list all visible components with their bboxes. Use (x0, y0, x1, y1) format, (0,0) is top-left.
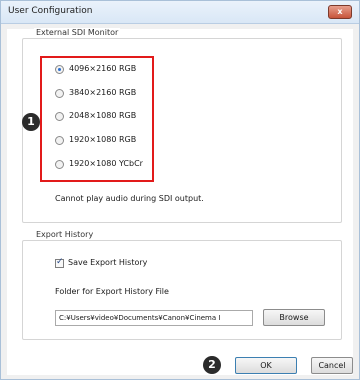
radio-button[interactable] (55, 89, 64, 98)
ok-button[interactable]: OK (235, 357, 297, 374)
export-history-group-label: Export History (34, 230, 96, 239)
close-button[interactable]: x (328, 5, 352, 19)
radio-button[interactable] (55, 112, 64, 121)
radio-option-label: 1920×1080 YCbCr (69, 159, 143, 168)
sdi-audio-note: Cannot play audio during SDI output. (55, 194, 204, 203)
radio-option-label: 2048×1080 RGB (69, 111, 137, 120)
folder-label: Folder for Export History File (55, 287, 169, 296)
close-icon: x (337, 7, 343, 16)
annotation-badge-1: 1 (22, 113, 40, 131)
cancel-button[interactable]: Cancel (311, 357, 353, 374)
save-export-history-label[interactable]: Save Export History (68, 258, 147, 267)
title-bar[interactable]: User Configuration x (1, 1, 359, 24)
sdi-monitor-group-label: External SDI Monitor (34, 28, 121, 37)
radio-option-label: 4096×2160 RGB (69, 64, 137, 73)
radio-option-label: 3840×2160 RGB (69, 88, 137, 97)
export-history-folder-field[interactable]: C:¥Users¥video¥Documents¥Canon¥Cinema I (55, 310, 253, 326)
window-title: User Configuration (8, 6, 93, 16)
annotation-badge-2: 2 (203, 356, 221, 374)
browse-button[interactable]: Browse (263, 309, 325, 326)
radio-button[interactable] (55, 136, 64, 145)
radio-button-selected[interactable] (55, 65, 64, 74)
radio-option-label: 1920×1080 RGB (69, 135, 137, 144)
save-export-history-checkbox[interactable] (55, 257, 64, 268)
radio-button[interactable] (55, 160, 64, 169)
